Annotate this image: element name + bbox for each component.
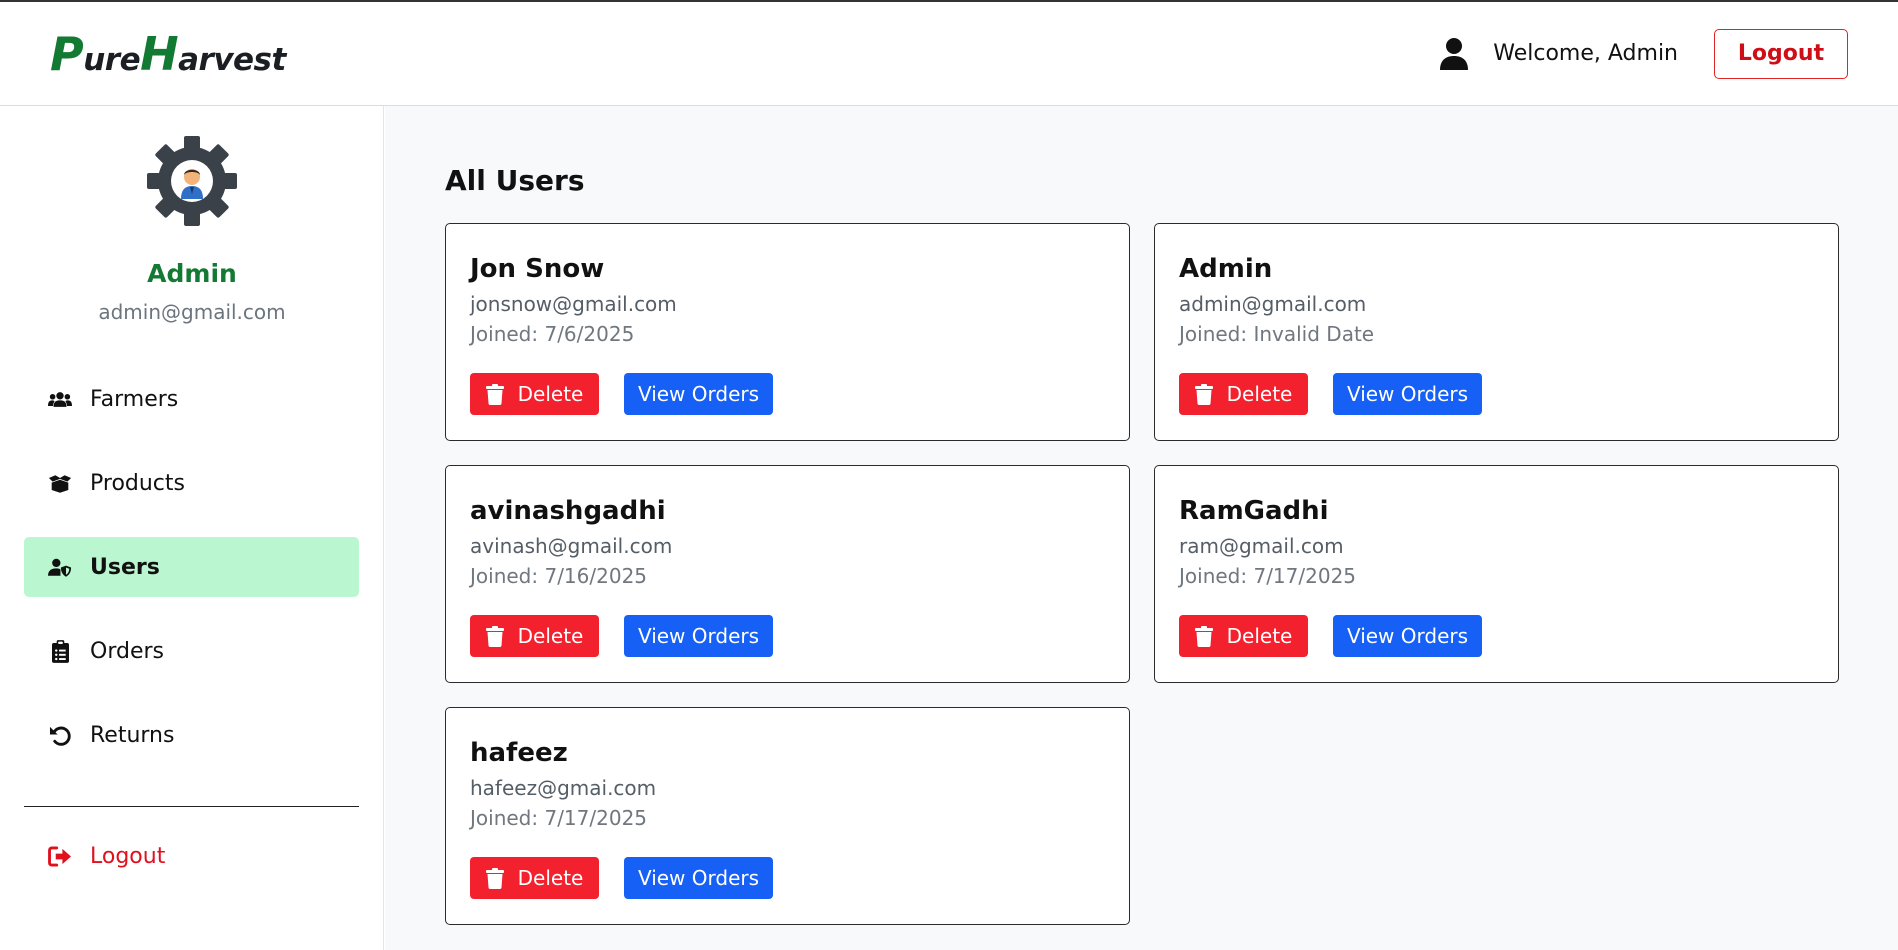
user-actions: Delete View Orders bbox=[470, 615, 773, 657]
brand-logo[interactable]: PureHarvest bbox=[50, 27, 286, 81]
user-email: hafeez@gmai.com bbox=[470, 776, 657, 800]
user-card: RamGadhi ram@gmail.com Joined: 7/17/2025… bbox=[1154, 465, 1839, 683]
admin-avatar bbox=[147, 136, 237, 226]
logo-text-ure: ure bbox=[83, 41, 141, 78]
user-card: hafeez hafeez@gmai.com Joined: 7/17/2025… bbox=[445, 707, 1130, 925]
user-name: avinashgadhi bbox=[470, 496, 666, 526]
delete-label: Delete bbox=[1226, 382, 1293, 406]
user-email: avinash@gmail.com bbox=[470, 534, 673, 558]
delete-user-button[interactable]: Delete bbox=[470, 857, 599, 899]
sidebar-item-label: Orders bbox=[90, 638, 164, 664]
sidebar-item-farmers[interactable]: Farmers bbox=[24, 369, 359, 429]
users-group-icon bbox=[48, 387, 72, 411]
trash-icon bbox=[485, 867, 504, 889]
user-card: Jon Snow jonsnow@gmail.com Joined: 7/6/2… bbox=[445, 223, 1130, 441]
delete-label: Delete bbox=[517, 624, 584, 648]
sidebar-item-orders[interactable]: Orders bbox=[24, 621, 359, 681]
user-joined-date: Joined: Invalid Date bbox=[1179, 322, 1375, 346]
delete-user-button[interactable]: Delete bbox=[470, 615, 599, 657]
delete-user-button[interactable]: Delete bbox=[470, 373, 599, 415]
user-name: Admin bbox=[1179, 254, 1273, 284]
user-actions: Delete View Orders bbox=[470, 373, 773, 415]
view-orders-button[interactable]: View Orders bbox=[1333, 615, 1482, 657]
logo-text-arvest: arvest bbox=[178, 41, 286, 78]
trash-icon bbox=[485, 625, 504, 647]
user-icon bbox=[1440, 37, 1469, 70]
user-shield-icon bbox=[48, 555, 72, 579]
logo-letter-h: H bbox=[140, 26, 179, 81]
delete-user-button[interactable]: Delete bbox=[1179, 615, 1308, 657]
delete-label: Delete bbox=[517, 866, 584, 890]
user-name: RamGadhi bbox=[1179, 496, 1329, 526]
user-joined-date: Joined: 7/6/2025 bbox=[470, 322, 635, 346]
sidebar-admin-email: admin@gmail.com bbox=[98, 300, 286, 324]
box-open-icon bbox=[48, 471, 72, 495]
user-email: jonsnow@gmail.com bbox=[470, 292, 677, 316]
sidebar-logout-button[interactable]: Logout bbox=[24, 826, 359, 886]
user-card: Admin admin@gmail.com Joined: Invalid Da… bbox=[1154, 223, 1839, 441]
trash-icon bbox=[1194, 383, 1213, 405]
view-orders-button[interactable]: View Orders bbox=[624, 373, 773, 415]
sidebar-admin-name: Admin bbox=[147, 259, 237, 288]
sidebar-logout-label: Logout bbox=[90, 843, 166, 869]
sidebar-item-label: Returns bbox=[90, 722, 175, 748]
trash-icon bbox=[485, 383, 504, 405]
trash-icon bbox=[1194, 625, 1213, 647]
user-actions: Delete View Orders bbox=[1179, 615, 1482, 657]
user-card: avinashgadhi avinash@gmail.com Joined: 7… bbox=[445, 465, 1130, 683]
top-navbar: PureHarvest Welcome, Admin Logout bbox=[0, 0, 1898, 106]
undo-icon bbox=[48, 723, 72, 747]
view-orders-button[interactable]: View Orders bbox=[624, 857, 773, 899]
sidebar-item-label: Farmers bbox=[90, 386, 179, 412]
user-email: admin@gmail.com bbox=[1179, 292, 1367, 316]
user-name: hafeez bbox=[470, 738, 568, 768]
user-joined-date: Joined: 7/17/2025 bbox=[470, 806, 648, 830]
header-user-area: Welcome, Admin Logout bbox=[1439, 28, 1848, 79]
sidebar-item-users[interactable]: Users bbox=[24, 537, 359, 597]
sidebar-divider bbox=[24, 806, 359, 807]
user-joined-date: Joined: 7/17/2025 bbox=[1179, 564, 1357, 588]
logo-letter-p: P bbox=[50, 26, 84, 81]
welcome-text: Welcome, Admin bbox=[1493, 41, 1678, 66]
clipboard-list-icon bbox=[48, 639, 72, 663]
user-actions: Delete View Orders bbox=[470, 857, 773, 899]
delete-user-button[interactable]: Delete bbox=[1179, 373, 1308, 415]
sidebar-item-returns[interactable]: Returns bbox=[24, 705, 359, 765]
sidebar: Admin admin@gmail.com Farmers Products U… bbox=[0, 106, 384, 950]
user-name: Jon Snow bbox=[470, 254, 605, 284]
sign-out-icon bbox=[48, 844, 74, 868]
delete-label: Delete bbox=[1226, 624, 1293, 648]
sidebar-item-label: Users bbox=[90, 554, 160, 580]
user-email: ram@gmail.com bbox=[1179, 534, 1344, 558]
user-joined-date: Joined: 7/16/2025 bbox=[470, 564, 648, 588]
header-logout-button[interactable]: Logout bbox=[1714, 28, 1848, 79]
main-content: All Users Jon Snow jonsnow@gmail.com Joi… bbox=[385, 106, 1898, 950]
sidebar-item-products[interactable]: Products bbox=[24, 453, 359, 513]
delete-label: Delete bbox=[517, 382, 584, 406]
sidebar-item-label: Products bbox=[90, 470, 185, 496]
sidebar-nav: Farmers Products Users Orders Returns bbox=[24, 369, 359, 789]
user-actions: Delete View Orders bbox=[1179, 373, 1482, 415]
view-orders-button[interactable]: View Orders bbox=[1333, 373, 1482, 415]
admin-gear-avatar-icon bbox=[147, 136, 237, 226]
page-title: All Users bbox=[445, 164, 585, 197]
view-orders-button[interactable]: View Orders bbox=[624, 615, 773, 657]
